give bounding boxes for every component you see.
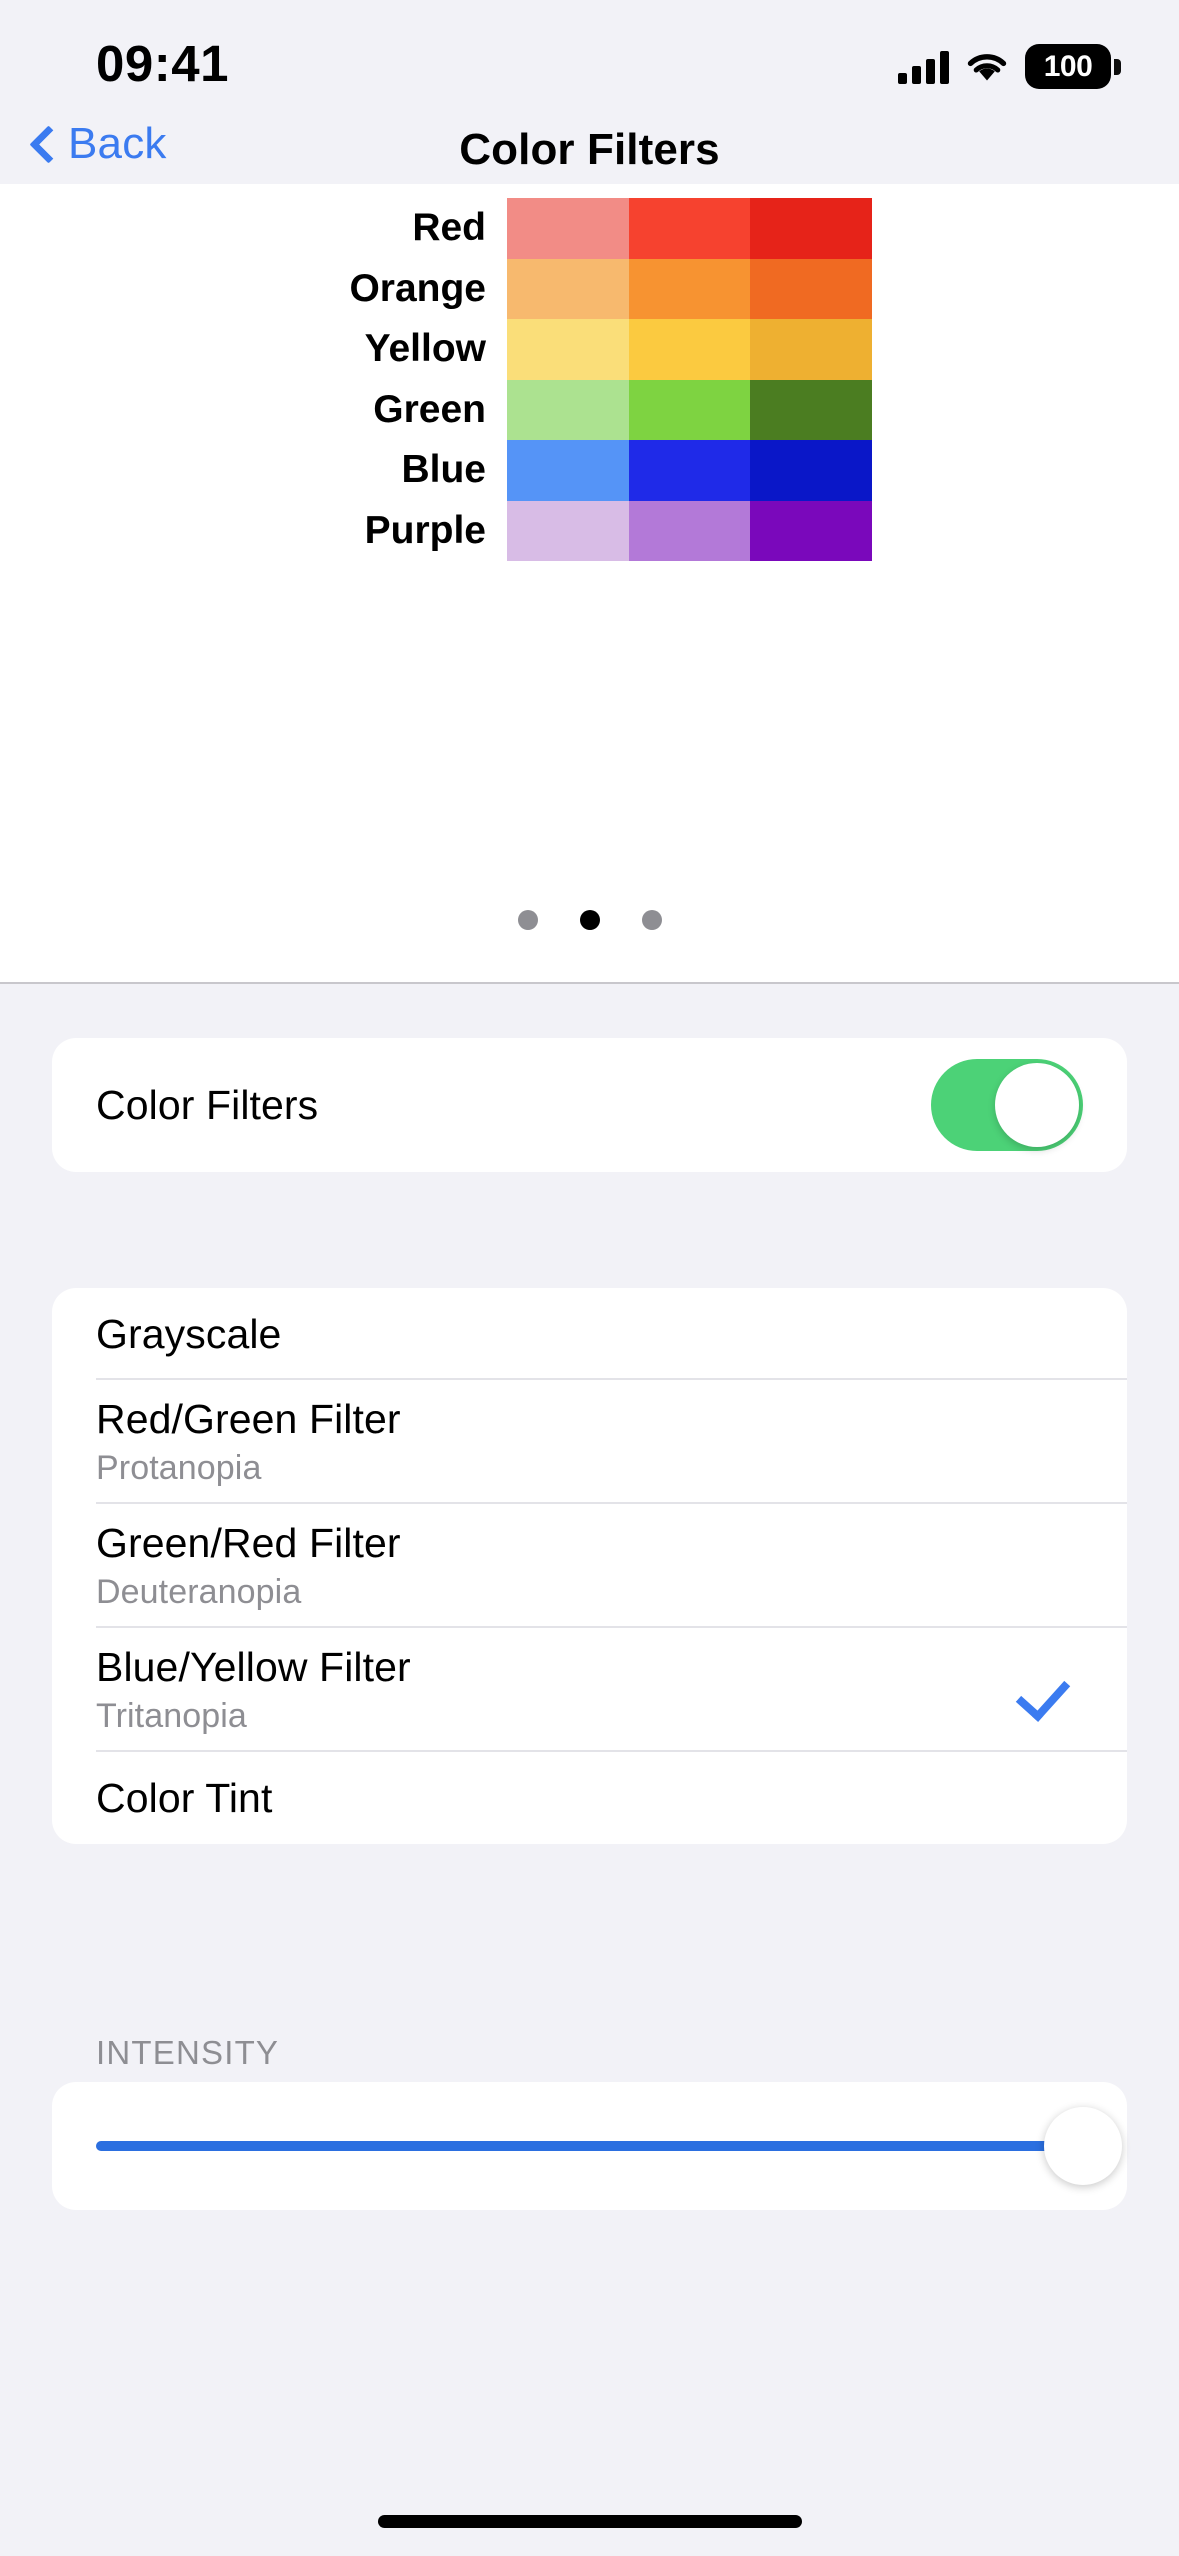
page-title: Color Filters xyxy=(459,125,720,174)
filter-option-row[interactable]: Red/Green Filter Protanopia xyxy=(52,1380,1127,1504)
battery-level-label: 100 xyxy=(1043,49,1093,83)
home-indicator[interactable] xyxy=(377,2515,802,2528)
swatch-row xyxy=(507,258,873,319)
swatch-row-label: Red xyxy=(412,206,486,250)
filter-option-texts: Green/Red Filter Deuteranopia xyxy=(96,1520,401,1612)
filter-option-subtitle: Deuteranopia xyxy=(96,1573,302,1611)
color-filters-toggle-row[interactable]: Color Filters xyxy=(52,1059,1127,1151)
slider-track[interactable] xyxy=(96,2107,1122,2185)
color-filters-toggle-label: Color Filters xyxy=(96,1081,319,1128)
swatch-row-label: Yellow xyxy=(364,327,486,371)
filter-option-texts: Red/Green Filter Protanopia xyxy=(96,1396,401,1488)
color-swatch-grid: Red Orange Yellow Green Blue Purple xyxy=(307,198,873,888)
wifi-icon xyxy=(966,51,1008,83)
page-dot[interactable] xyxy=(641,910,662,930)
filter-option-subtitle: Tritanopia xyxy=(96,1697,247,1735)
slider-fill xyxy=(96,2141,1083,2151)
filter-option-title: Red/Green Filter xyxy=(96,1396,401,1442)
status-indicators: 100 xyxy=(898,44,1121,89)
swatch-row xyxy=(507,500,873,561)
color-swatch xyxy=(750,319,873,380)
color-swatch xyxy=(507,198,629,259)
page-dot[interactable] xyxy=(517,910,538,930)
filter-option-title: Grayscale xyxy=(96,1310,282,1357)
filter-option-row[interactable]: Blue/Yellow Filter Tritanopia xyxy=(52,1628,1127,1752)
page-dot[interactable] xyxy=(579,910,600,930)
filter-option-row[interactable]: Green/Red Filter Deuteranopia xyxy=(52,1504,1127,1628)
color-swatch xyxy=(507,379,629,440)
filter-option-texts: Color Tint xyxy=(96,1775,272,1822)
color-swatch xyxy=(750,379,873,440)
status-bar: 09:41 100 xyxy=(0,0,1179,112)
slider-knob[interactable] xyxy=(1044,2107,1122,2185)
checkmark-icon xyxy=(1021,1668,1065,1712)
color-filters-switch[interactable] xyxy=(931,1059,1083,1151)
filter-option-texts: Grayscale xyxy=(96,1311,281,1358)
intensity-section-header: INTENSITY xyxy=(96,2034,280,2071)
color-filters-toggle-card: Color Filters xyxy=(52,1038,1127,1172)
color-swatch xyxy=(628,500,751,561)
swatch-row-label: Orange xyxy=(349,266,486,310)
color-swatch xyxy=(507,319,629,380)
color-swatch xyxy=(750,258,873,319)
color-swatch xyxy=(628,319,751,380)
swatch-row-label: Blue xyxy=(401,448,486,492)
swatch-row xyxy=(507,198,873,259)
intensity-slider[interactable] xyxy=(52,2082,1127,2210)
color-swatch xyxy=(628,198,751,259)
filter-option-title: Blue/Yellow Filter xyxy=(96,1644,411,1690)
swatch-row xyxy=(507,440,873,501)
swatch-grid-wrap: Red Orange Yellow Green Blue Purple xyxy=(0,198,1179,888)
swatch-row xyxy=(507,319,873,380)
filter-options-card: Grayscale Red/Green Filter Protanopia Green… xyxy=(52,1288,1127,1844)
iphone-screen: 09:41 100 Back Color Filters Red Orange … xyxy=(0,0,1179,2556)
color-swatch xyxy=(507,440,629,501)
filter-option-subtitle: Protanopia xyxy=(96,1449,262,1487)
color-swatch xyxy=(628,379,751,440)
page-indicator[interactable] xyxy=(0,910,1179,930)
battery-icon: 100 xyxy=(1025,44,1121,89)
color-swatch xyxy=(628,258,751,319)
intensity-card xyxy=(52,2082,1127,2210)
color-swatch xyxy=(750,440,873,501)
swatch-row xyxy=(507,379,873,440)
swatch-row-label: Green xyxy=(373,387,486,431)
cellular-signal-icon xyxy=(898,50,949,84)
filter-option-title: Green/Red Filter xyxy=(96,1520,401,1566)
color-swatch xyxy=(750,198,873,259)
color-swatch xyxy=(507,500,629,561)
color-preview-card[interactable]: Red Orange Yellow Green Blue Purple xyxy=(0,184,1179,984)
filter-option-texts: Blue/Yellow Filter Tritanopia xyxy=(96,1644,411,1736)
switch-knob xyxy=(995,1063,1079,1147)
color-swatch xyxy=(750,500,873,561)
filter-option-row[interactable]: Color Tint xyxy=(52,1752,1127,1844)
swatch-row-label: Purple xyxy=(364,508,486,552)
color-swatch xyxy=(507,258,629,319)
color-swatch xyxy=(628,440,751,501)
filter-option-row[interactable]: Grayscale xyxy=(52,1288,1127,1380)
filter-option-title: Color Tint xyxy=(96,1774,273,1821)
status-time: 09:41 xyxy=(96,35,229,92)
